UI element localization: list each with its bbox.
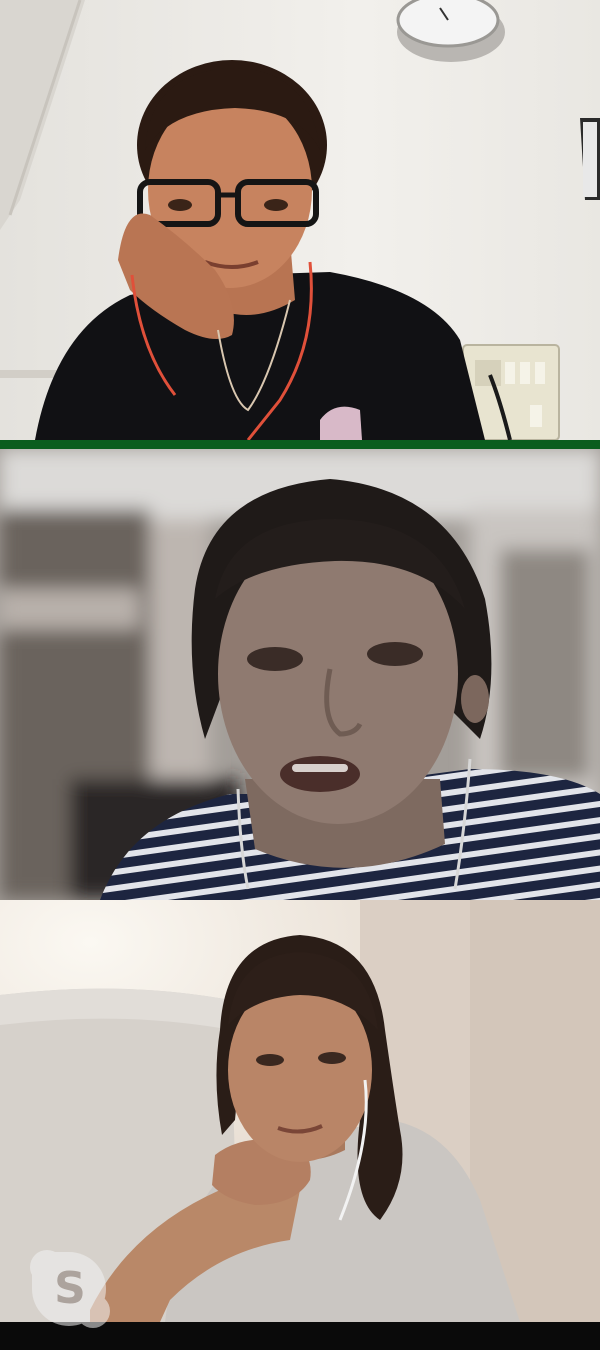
- active-speaker-indicator: [0, 440, 600, 449]
- video-call-view: S: [0, 0, 600, 1350]
- skype-icon: S: [30, 1248, 110, 1328]
- participant-video-feed-1: [0, 0, 600, 440]
- participant-video-tile-2[interactable]: [0, 449, 600, 900]
- participant-video-tile-1[interactable]: [0, 0, 600, 440]
- skype-logo-letter: S: [54, 1263, 86, 1314]
- participant-video-feed-2: [0, 449, 600, 900]
